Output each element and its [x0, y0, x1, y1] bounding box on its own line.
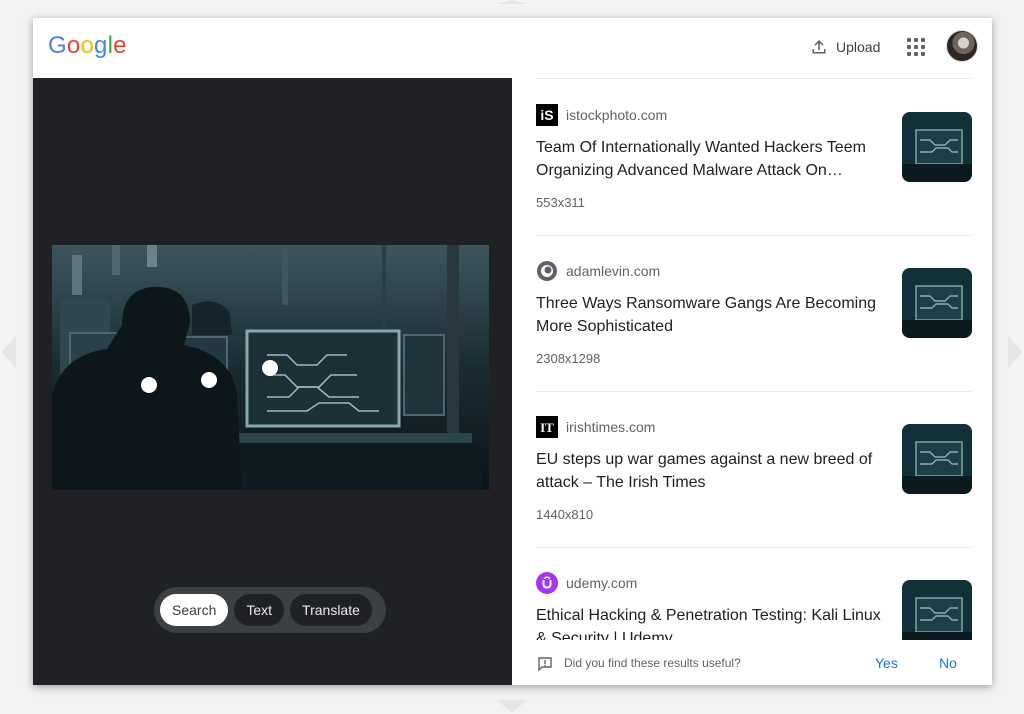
upload-label: Upload	[836, 39, 881, 55]
nav-up-arrow	[496, 0, 528, 4]
next-arrow[interactable]	[1008, 336, 1022, 368]
google-logo[interactable]: Google	[48, 32, 127, 60]
logo-letter: o	[66, 32, 81, 59]
result-domain: udemy.com	[566, 575, 638, 591]
result-title[interactable]: EU steps up war games against a new bree…	[536, 448, 886, 494]
query-image[interactable]	[52, 245, 489, 490]
istock-favicon: iS	[536, 104, 558, 126]
object-dot-1[interactable]	[141, 377, 157, 393]
feedback-bar: Did you find these results useful? Yes N…	[512, 640, 992, 685]
result-item[interactable]: udemy.com Ethical Hacking & Penetration …	[536, 548, 972, 640]
feedback-yes-button[interactable]: Yes	[875, 655, 898, 671]
adamlevin-favicon	[536, 260, 558, 282]
result-title[interactable]: Team Of Internationally Wanted Hackers T…	[536, 136, 886, 182]
logo-letter: G	[48, 32, 67, 59]
logo-letter: e	[113, 32, 127, 59]
logo-letter: g	[94, 32, 108, 59]
result-item[interactable]: iS istockphoto.com Team Of International…	[536, 80, 972, 236]
result-thumbnail[interactable]	[902, 424, 972, 494]
translate-mode-button[interactable]: Translate	[290, 594, 372, 626]
nav-down-arrow	[496, 700, 528, 712]
svg-text:iS: iS	[540, 107, 553, 123]
feedback-icon	[537, 656, 553, 677]
result-thumbnail[interactable]	[902, 268, 972, 338]
result-item[interactable]: IT irishtimes.com EU steps up war games …	[536, 392, 972, 548]
lens-mode-switcher: Search Text Translate	[154, 587, 386, 633]
image-preview-pane: Search Text Translate	[33, 78, 512, 685]
object-dot-2[interactable]	[201, 372, 217, 388]
feedback-no-button[interactable]: No	[939, 655, 957, 671]
result-title[interactable]: Ethical Hacking & Penetration Testing: K…	[536, 604, 886, 640]
result-item[interactable]: adamlevin.com Three Ways Ransomware Gang…	[536, 236, 972, 392]
search-mode-button[interactable]: Search	[160, 594, 229, 626]
result-dimensions: 553x311	[536, 195, 585, 210]
upload-button[interactable]: Upload	[810, 34, 880, 60]
irishtimes-favicon: IT	[536, 416, 558, 438]
result-domain: istockphoto.com	[566, 107, 668, 123]
svg-text:IT: IT	[540, 420, 554, 435]
divider	[536, 78, 972, 79]
object-dot-3[interactable]	[262, 360, 278, 376]
upload-icon	[810, 38, 828, 56]
result-domain: adamlevin.com	[566, 263, 661, 279]
lens-window: Google Upload Search Text Translate iS i…	[33, 18, 992, 685]
result-dimensions: 1440x810	[536, 507, 594, 522]
previous-arrow[interactable]	[2, 336, 16, 368]
apps-grid-icon[interactable]	[905, 36, 927, 58]
result-thumbnail[interactable]	[902, 112, 972, 182]
result-domain: irishtimes.com	[566, 419, 656, 435]
result-thumbnail[interactable]	[902, 580, 972, 640]
udemy-favicon	[536, 572, 558, 594]
results-list: iS istockphoto.com Team Of International…	[512, 78, 992, 640]
result-title[interactable]: Three Ways Ransomware Gangs Are Becoming…	[536, 292, 886, 338]
result-dimensions: 2308x1298	[536, 351, 601, 366]
account-avatar[interactable]	[946, 30, 978, 62]
header: Google Upload	[33, 18, 992, 78]
text-mode-button[interactable]: Text	[234, 594, 285, 626]
feedback-question: Did you find these results useful?	[564, 656, 741, 670]
logo-letter: o	[80, 32, 94, 59]
